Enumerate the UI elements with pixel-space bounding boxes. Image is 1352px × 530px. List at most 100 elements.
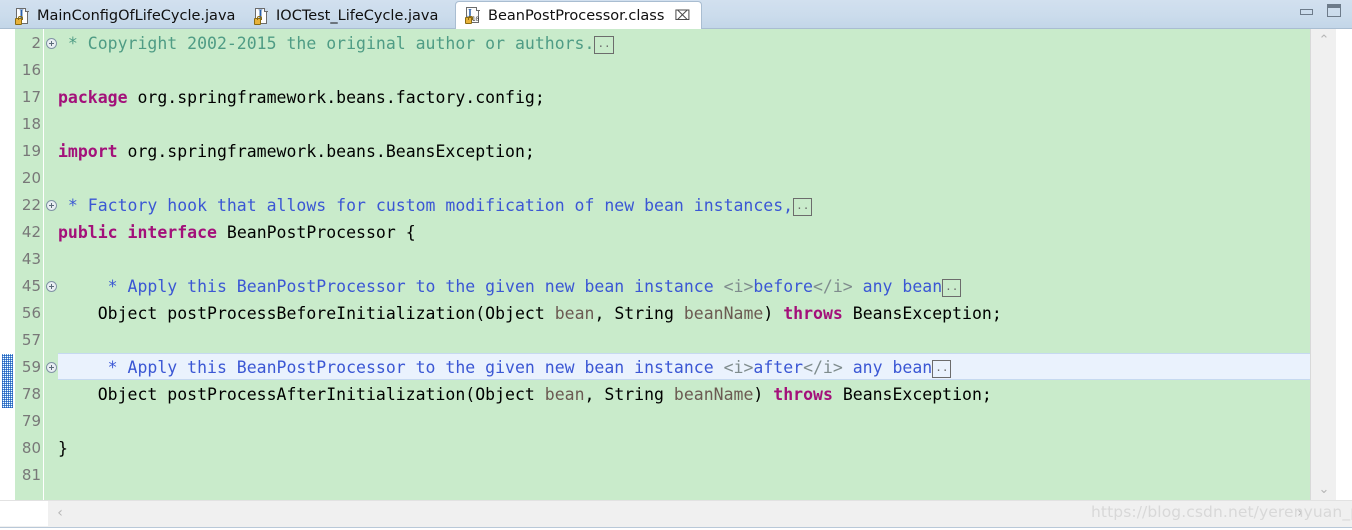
line-number: 79 (21, 412, 41, 430)
code-line[interactable]: Object postProcessAfterInitialization(Ob… (58, 381, 1310, 408)
line-number: 16 (21, 61, 41, 79)
class-file-icon: J 010 (465, 7, 481, 24)
code-line[interactable]: Object postProcessBeforeInitialization(O… (58, 300, 1310, 327)
code-token-cmt: * Copyright 2002-2015 the original autho… (58, 34, 595, 53)
code-token-doc: any bean (842, 358, 933, 377)
code-line[interactable]: public interface BeanPostProcessor { (58, 219, 1310, 246)
vertical-scrollbar[interactable]: ⌃ ⌄ (1310, 29, 1336, 500)
code-token-doc: before (753, 277, 813, 296)
code-token-plain: BeansException; (832, 385, 992, 404)
code-token-plain: , String (584, 385, 674, 404)
code-token-param: bean (544, 385, 585, 404)
editor-right-padding (1336, 29, 1352, 500)
code-token-plain: Object postProcessAfterInitialization(Ob… (58, 385, 545, 404)
line-number: 43 (21, 250, 41, 268)
code-token-param: bean (554, 304, 595, 323)
code-line-current[interactable]: * Apply this BeanPostProcessor to the gi… (58, 353, 1310, 380)
line-number: 57 (21, 331, 41, 349)
code-line[interactable] (58, 165, 1310, 192)
line-number: 78 (21, 385, 41, 403)
line-number: 17 (21, 88, 41, 106)
line-number: 19 (21, 142, 41, 160)
folded-region-box[interactable]: .. (932, 360, 952, 378)
fold-expand-icon[interactable] (46, 362, 57, 373)
eclipse-editor-window: J MainConfigOfLifeCycle.java J IOCTest_Life… (0, 0, 1352, 530)
java-file-icon: J (254, 7, 269, 25)
code-token-kw: throws (773, 385, 833, 404)
fold-expand-icon[interactable] (46, 281, 57, 292)
change-marker (2, 354, 13, 408)
line-number: 20 (21, 169, 41, 187)
code-token-doc: after (753, 358, 804, 377)
folded-region-box[interactable]: .. (793, 198, 813, 216)
code-line[interactable]: * Apply this BeanPostProcessor to the gi… (58, 273, 1310, 300)
line-number: 56 (21, 304, 41, 322)
editor-tab-1[interactable]: J MainConfigOfLifeCycle.java (6, 3, 245, 29)
code-line[interactable] (58, 462, 1310, 489)
code-token-plain: Object postProcessBeforeInitialization(O… (58, 304, 555, 323)
fold-column[interactable] (43, 29, 58, 500)
code-line[interactable] (58, 246, 1310, 273)
editor-tab-3[interactable]: J 010 BeanPostProcessor.class ⌧ (455, 1, 702, 29)
editor-tab-label: MainConfigOfLifeCycle.java (37, 8, 236, 24)
code-token-doc: * Factory hook that allows for custom mo… (58, 196, 794, 215)
line-number: 22 (21, 196, 41, 214)
line-number-gutter: 2 16 17 18 19 20 22 42 43 45 56 57 59 78 79 80 81 (15, 29, 43, 500)
code-token-plain: ) (753, 385, 774, 404)
annotation-ruler[interactable] (0, 29, 15, 500)
code-token-plain: org.springframework.beans.BeansException… (117, 142, 535, 161)
line-number: 59 (21, 358, 41, 376)
code-token-kw: package (58, 88, 128, 107)
code-token-kw: throws (783, 304, 843, 323)
scroll-up-icon[interactable]: ⌃ (1311, 29, 1337, 51)
scrollbar-left-cap (0, 501, 48, 526)
code-line[interactable]: * Factory hook that allows for custom mo… (58, 192, 1310, 219)
code-line[interactable] (58, 408, 1310, 435)
code-token-doc: * Apply this BeanPostProcessor to the gi… (58, 358, 724, 377)
line-number: 45 (21, 277, 41, 295)
line-number: 42 (21, 223, 41, 241)
code-line[interactable]: * Copyright 2002-2015 the original autho… (58, 30, 1310, 57)
editor-tab-2[interactable]: J IOCTest_LifeCycle.java (245, 3, 448, 29)
code-line[interactable]: package org.springframework.beans.factor… (58, 84, 1310, 111)
code-canvas[interactable]: * Copyright 2002-2015 the original autho… (58, 29, 1310, 500)
code-token-kw: public interface (58, 223, 217, 242)
watermark-text: https://blog.csdn.net/yerenyuan_pku (1091, 503, 1352, 521)
code-token-brace: } (58, 439, 68, 458)
code-token-doc: any bean (852, 277, 943, 296)
code-token-param: beanName (683, 304, 764, 323)
folded-region-box[interactable]: .. (942, 279, 962, 297)
code-token-doc: * Apply this BeanPostProcessor to the gi… (58, 277, 724, 296)
scroll-left-icon[interactable]: ‹ (48, 501, 72, 525)
code-line[interactable]: } (58, 435, 1310, 462)
java-file-icon: J (15, 7, 30, 25)
fold-expand-icon[interactable] (46, 38, 57, 49)
code-token-tag: <i> (723, 358, 754, 377)
code-token-param: beanName (673, 385, 754, 404)
code-token-kw: import (58, 142, 118, 161)
scroll-down-icon[interactable]: ⌄ (1311, 478, 1337, 500)
code-editor[interactable]: 2 16 17 18 19 20 22 42 43 45 56 57 59 78 79 80 81 * Copy… (0, 29, 1352, 500)
code-token-tag: </i> (813, 277, 853, 296)
line-number: 18 (21, 115, 41, 133)
code-line[interactable] (58, 57, 1310, 84)
code-token-tag: </i> (803, 358, 843, 377)
editor-tab-label: BeanPostProcessor.class (488, 7, 665, 24)
line-number: 80 (21, 439, 41, 457)
line-number: 2 (31, 34, 41, 52)
code-token-tag: <i> (723, 277, 754, 296)
code-token-plain: , String (594, 304, 684, 323)
code-token-plain: ) (763, 304, 784, 323)
code-token-plain: BeansException; (842, 304, 1002, 323)
code-line[interactable] (58, 111, 1310, 138)
line-number: 81 (21, 466, 41, 484)
code-token-plain: org.springframework.beans.factory.config… (127, 88, 545, 107)
minimize-button[interactable] (1300, 9, 1313, 15)
folded-region-box[interactable]: .. (594, 36, 614, 54)
fold-expand-icon[interactable] (46, 200, 57, 211)
code-line[interactable]: import org.springframework.beans.BeansEx… (58, 138, 1310, 165)
code-token-plain: BeanPostProcessor { (216, 223, 416, 242)
close-icon[interactable]: ⌧ (674, 9, 690, 23)
maximize-button[interactable] (1327, 4, 1341, 17)
code-line[interactable] (58, 327, 1310, 354)
